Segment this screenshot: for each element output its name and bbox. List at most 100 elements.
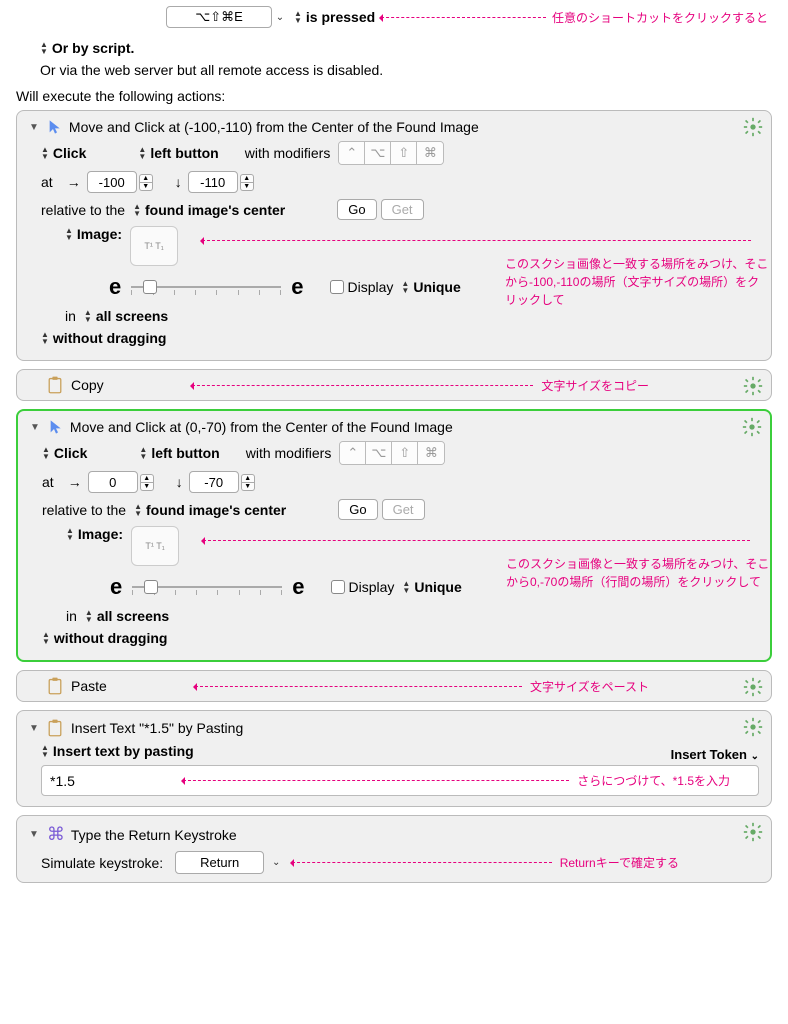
gear-icon[interactable] <box>743 677 763 697</box>
relative-target-select[interactable]: found image's center <box>145 202 285 218</box>
updown-icon[interactable] <box>84 309 92 323</box>
fuzz-slider[interactable] <box>131 278 281 296</box>
x-stepper[interactable]: ▲▼ <box>139 174 153 191</box>
fuzz-min-icon: e <box>110 574 122 600</box>
control-key-icon[interactable]: ⌃ <box>340 442 366 464</box>
updown-icon[interactable] <box>85 609 93 623</box>
updown-icon[interactable] <box>133 203 141 217</box>
updown-icon[interactable] <box>134 503 142 517</box>
display-checkbox[interactable] <box>331 580 345 594</box>
action-move-click-1[interactable]: ▼ Move and Click at (-100,-110) from the… <box>16 110 772 361</box>
screens-select[interactable]: all screens <box>96 308 168 324</box>
y-stepper[interactable]: ▲▼ <box>240 174 254 191</box>
updown-icon[interactable] <box>66 527 74 541</box>
modifier-keys-group[interactable]: ⌃ ⌥ ⇧ ⌘ <box>338 141 444 165</box>
get-button[interactable]: Get <box>382 499 425 520</box>
updown-icon[interactable] <box>138 146 146 160</box>
mouse-button-select[interactable]: left button <box>151 445 219 461</box>
relative-target-select[interactable]: found image's center <box>146 502 286 518</box>
disclosure-triangle[interactable]: ▼ <box>29 122 39 133</box>
display-checkbox[interactable] <box>330 280 344 294</box>
insert-method-select[interactable]: Insert text by pasting <box>53 743 194 759</box>
x-stepper[interactable]: ▲▼ <box>140 474 154 491</box>
mouse-button-select[interactable]: left button <box>150 145 218 161</box>
chevron-down-icon[interactable]: ⌄ <box>272 12 288 23</box>
shift-key-icon[interactable]: ⇧ <box>392 442 418 464</box>
with-modifiers-label: with modifiers <box>246 445 332 461</box>
annotation-insert: さらにつづけて、*1.5を入力 <box>577 772 730 789</box>
updown-icon[interactable] <box>65 227 73 241</box>
updown-icon[interactable] <box>42 446 50 460</box>
annotation-copy: 文字サイズをコピー <box>541 377 649 394</box>
keystroke-select[interactable]: Return <box>175 851 264 874</box>
fuzz-max-icon: e <box>292 574 304 600</box>
updown-icon[interactable] <box>139 446 147 460</box>
gear-icon[interactable] <box>742 417 762 437</box>
annotation-paste: 文字サイズをペースト <box>530 678 649 695</box>
relative-to-label: relative to the <box>42 502 126 518</box>
y-offset-input[interactable] <box>189 471 239 493</box>
updown-icon[interactable] <box>41 744 49 758</box>
updown-icon[interactable] <box>402 580 410 594</box>
gear-icon[interactable] <box>743 376 763 396</box>
modifier-keys-group[interactable]: ⌃ ⌥ ⇧ ⌘ <box>339 441 445 465</box>
disclosure-triangle[interactable]: ▼ <box>29 723 39 734</box>
unique-select[interactable]: Unique <box>414 579 461 595</box>
go-button[interactable]: Go <box>338 499 377 520</box>
click-type-select[interactable]: Click <box>54 445 87 461</box>
image-well[interactable]: T¹ T₁ <box>131 526 179 566</box>
gear-icon[interactable] <box>743 822 763 842</box>
disclosure-triangle[interactable]: ▼ <box>30 422 40 433</box>
image-label: Image: <box>78 526 123 542</box>
action-title: Move and Click at (0,-70) from the Cente… <box>70 419 453 435</box>
updown-icon[interactable] <box>42 631 50 645</box>
action-type-return[interactable]: ▼ ⌘ Type the Return Keystroke Simulate k… <box>16 815 772 883</box>
fuzz-max-icon: e <box>291 274 303 300</box>
action-insert-text[interactable]: ▼ Insert Text "*1.5" by Pasting Insert t… <box>16 710 772 807</box>
click-type-select[interactable]: Click <box>53 145 86 161</box>
gear-icon[interactable] <box>743 117 763 137</box>
simulate-keystroke-label: Simulate keystroke: <box>41 855 163 871</box>
y-offset-input[interactable] <box>188 171 238 193</box>
updown-icon[interactable] <box>41 146 49 160</box>
y-stepper[interactable]: ▲▼ <box>241 474 255 491</box>
go-button[interactable]: Go <box>337 199 376 220</box>
remote-disabled-label: Or via the web server but all remote acc… <box>40 62 788 78</box>
dragging-select[interactable]: without dragging <box>53 330 167 346</box>
control-key-icon[interactable]: ⌃ <box>339 142 365 164</box>
command-key-icon[interactable]: ⌘ <box>418 442 444 464</box>
image-well[interactable]: T¹ T₁ <box>130 226 178 266</box>
x-offset-input[interactable] <box>88 471 138 493</box>
in-label: in <box>66 608 77 624</box>
shift-key-icon[interactable]: ⇧ <box>391 142 417 164</box>
chevron-down-icon[interactable]: ⌄ <box>268 857 284 868</box>
get-button[interactable]: Get <box>381 199 424 220</box>
x-offset-input[interactable] <box>87 171 137 193</box>
gear-icon[interactable] <box>743 717 763 737</box>
dragging-select[interactable]: without dragging <box>54 630 168 646</box>
unique-select[interactable]: Unique <box>413 279 460 295</box>
clipboard-icon <box>47 719 63 737</box>
disclosure-triangle[interactable]: ▼ <box>29 829 39 840</box>
image-label: Image: <box>77 226 122 242</box>
updown-icon[interactable] <box>41 331 49 345</box>
action-move-click-2[interactable]: ▼ Move and Click at (0,-70) from the Cen… <box>16 409 772 662</box>
fuzz-slider[interactable] <box>132 578 282 596</box>
insert-text-input[interactable]: *1.5 さらにつづけて、*1.5を入力 <box>41 765 759 796</box>
action-paste[interactable]: Paste 文字サイズをペースト <box>16 670 772 702</box>
shortcut-field[interactable]: ⌥⇧⌘E <box>166 6 272 28</box>
cursor-icon <box>48 419 64 435</box>
clipboard-icon <box>47 677 63 695</box>
screens-select[interactable]: all screens <box>97 608 169 624</box>
or-by-script-label: Or by script. <box>52 40 134 56</box>
action-copy[interactable]: Copy 文字サイズをコピー <box>16 369 772 401</box>
option-key-icon[interactable]: ⌥ <box>365 142 391 164</box>
updown-icon[interactable] <box>401 280 409 294</box>
relative-to-label: relative to the <box>41 202 125 218</box>
option-key-icon[interactable]: ⌥ <box>366 442 392 464</box>
at-label: at <box>42 474 54 490</box>
annotation-img1: このスクショ画像と一致する場所をみつけ、そこから-100,-110の場所（文字サ… <box>505 255 771 309</box>
insert-token-button[interactable]: Insert Token ⌄ <box>671 747 759 762</box>
command-key-icon[interactable]: ⌘ <box>417 142 443 164</box>
display-label: Display <box>349 579 395 595</box>
